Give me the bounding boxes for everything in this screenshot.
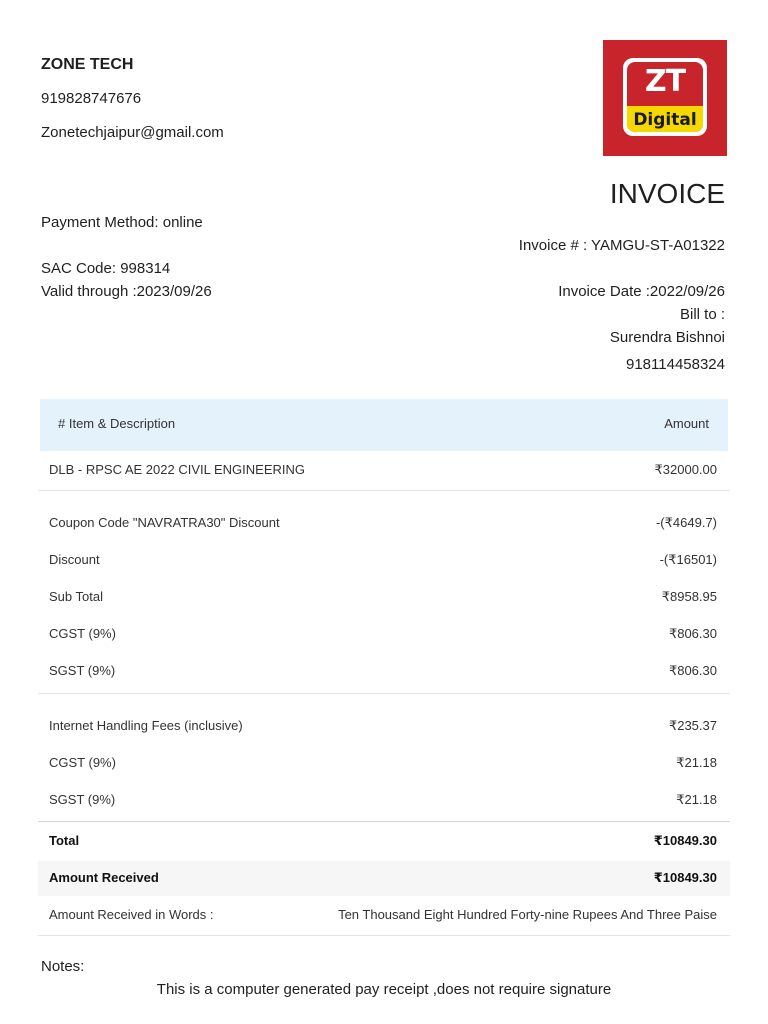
table-header: # Item & Description Amount	[40, 399, 728, 451]
coupon-label: Coupon Code "NAVRATRA30" Discount	[49, 515, 280, 530]
bill-to-label: Bill to :	[679, 306, 725, 323]
company-phone: 919828747676	[41, 90, 142, 107]
subtotal-amount: ₹8958.95	[661, 589, 717, 604]
divider	[38, 693, 730, 694]
item-description: DLB - RPSC AE 2022 CIVIL ENGINEERING	[49, 462, 305, 477]
handling-cgst-label: CGST (9%)	[49, 755, 116, 770]
logo-badge: ZT Digital	[623, 58, 707, 136]
company-logo: ZT Digital	[603, 40, 727, 156]
handling-sgst-label: SGST (9%)	[49, 792, 116, 807]
cgst-label: CGST (9%)	[49, 626, 116, 641]
divider	[38, 821, 730, 822]
notes-text: This is a computer generated pay receipt…	[156, 981, 612, 998]
company-name: ZONE TECH	[41, 56, 134, 73]
handling-cgst-amount: ₹21.18	[676, 755, 717, 770]
handling-fees-amount: ₹235.37	[668, 718, 717, 733]
header-amount: Amount	[664, 416, 709, 431]
invoice-title: INVOICE	[609, 178, 725, 209]
sgst-label: SGST (9%)	[49, 663, 116, 678]
sac-code: SAC Code: 998314	[41, 260, 171, 277]
valid-through: Valid through :2023/09/26	[41, 283, 212, 300]
header-item-description: # Item & Description	[58, 416, 176, 431]
customer-phone: 918114458324	[626, 356, 725, 373]
subtotal-label: Sub Total	[49, 589, 103, 604]
logo-wordmark: Digital	[633, 110, 697, 130]
amount-in-words-value: Ten Thousand Eight Hundred Forty-nine Ru…	[338, 907, 717, 922]
divider	[38, 490, 730, 491]
amount-in-words-label: Amount Received in Words :	[49, 907, 214, 922]
company-email: Zonetechjaipur@gmail.com	[41, 124, 224, 141]
invoice-number: Invoice # : YAMGU-ST-A01322	[518, 237, 725, 254]
logo-card: ZT Digital	[627, 62, 703, 132]
total-amount: ₹10849.30	[653, 833, 717, 848]
discount-label: Discount	[49, 552, 100, 567]
discount-amount: -(₹16501)	[659, 552, 717, 567]
item-amount: ₹32000.00	[654, 462, 718, 477]
handling-sgst-amount: ₹21.18	[676, 792, 717, 807]
total-label: Total	[49, 833, 80, 848]
coupon-amount: -(₹4649.7)	[655, 515, 717, 530]
invoice-date: Invoice Date :2022/09/26	[558, 283, 725, 300]
divider	[38, 935, 730, 936]
cgst-amount: ₹806.30	[668, 626, 717, 641]
amount-received-value: ₹10849.30	[653, 870, 717, 885]
handling-fees-label: Internet Handling Fees (inclusive)	[49, 718, 243, 733]
sgst-amount: ₹806.30	[668, 663, 717, 678]
payment-method: Payment Method: online	[41, 214, 203, 231]
notes-label: Notes:	[41, 958, 85, 975]
customer-name: Surendra Bishnoi	[609, 329, 725, 346]
amount-received-label: Amount Received	[49, 870, 159, 885]
logo-monogram: ZT	[644, 64, 686, 99]
